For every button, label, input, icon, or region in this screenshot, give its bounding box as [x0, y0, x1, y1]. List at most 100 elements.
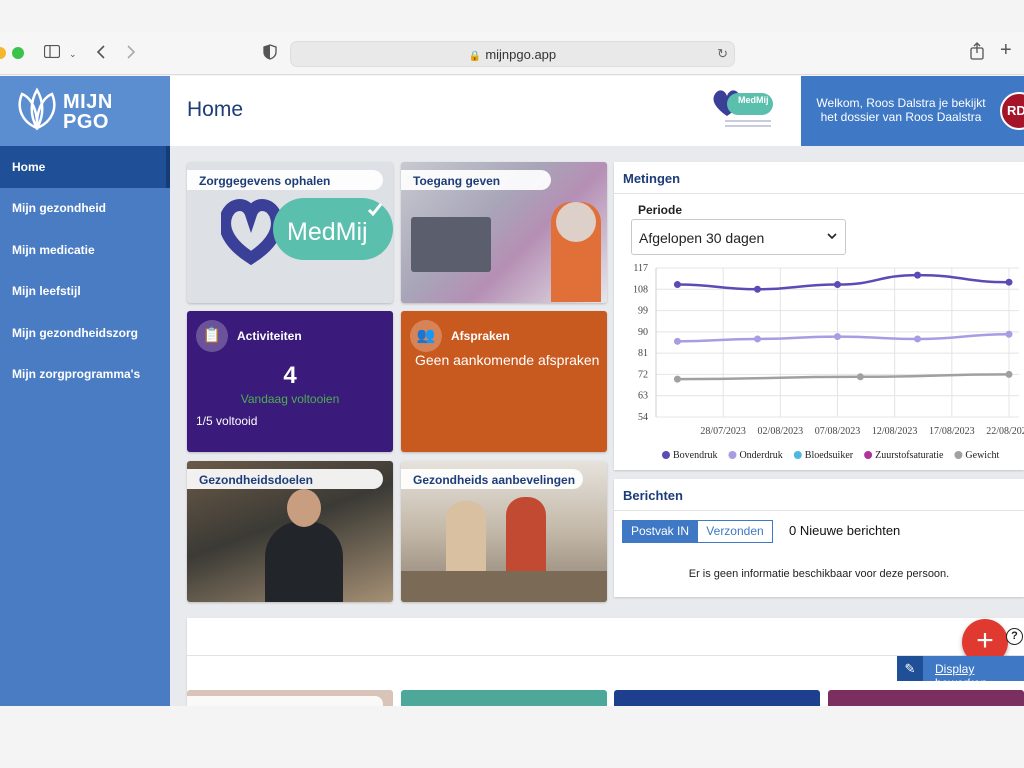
display-bewerken-button[interactable]: ✎ Display bewerken	[897, 656, 1024, 690]
share-icon[interactable]	[969, 42, 985, 60]
forward-icon[interactable]	[126, 45, 136, 59]
sidebar: MIJN PGO Home Mijn gezondheid Mijn medic…	[0, 76, 170, 706]
card-title: Metingen	[623, 171, 681, 186]
medmij-tagline-line	[725, 120, 771, 122]
legend-marker-bloedsuiker	[793, 451, 802, 459]
berichten-card: Berichten Postvak IN Verzonden 0 Nieuwe …	[614, 479, 1024, 597]
legend-label-zuurstofsaturatie: Zuurstofsaturatie	[875, 450, 944, 461]
card-title: Berichten	[623, 488, 683, 503]
browser-toolbar: ⌄ 🔒 mijnpgo.app ↻ +	[0, 32, 1024, 75]
new-tab-icon[interactable]: +	[1000, 40, 1012, 60]
y-tick-label: 72	[638, 369, 648, 380]
back-icon[interactable]	[96, 45, 106, 59]
divider	[614, 193, 1024, 194]
chevron-down-icon[interactable]: ⌄	[69, 46, 77, 62]
runner-head-image	[287, 489, 321, 527]
periode-select-value: Afgelopen 30 dagen	[639, 230, 765, 246]
sidebar-item-mijn-gezondheid[interactable]: Mijn gezondheid	[0, 188, 170, 230]
tab-postvak-in[interactable]: Postvak IN	[622, 520, 698, 543]
tile-activiteiten[interactable]: 📋 Activiteiten 4 Vandaag voltooien 1/5 v…	[187, 311, 393, 452]
tile-gezondheidsdoelen[interactable]: Gezondheidsdoelen	[187, 461, 393, 602]
page-header: Home MedMij Welkom, Roos Dalstra je beki…	[170, 76, 1024, 146]
y-tick-label: 108	[633, 284, 648, 295]
zoom-window-button[interactable]	[12, 47, 24, 59]
legend-label-gewicht: Gewicht	[965, 450, 999, 461]
person-head-image	[556, 202, 596, 242]
tile-gezondheids-aanbevelingen[interactable]: Gezondheids aanbevelingen	[401, 461, 607, 602]
page-title: Home	[187, 98, 244, 121]
sidebar-item-label: Mijn zorgprogramma's	[12, 367, 141, 382]
legend-label-onderdruk: Onderdruk	[739, 450, 782, 461]
data-point-gewicht	[1005, 370, 1013, 378]
x-tick-label: 07/08/2023	[815, 426, 861, 437]
metingen-chart: 54 63 72 81 90 99 108 117 28/07/2023 02/08/2023 07…	[633, 263, 1024, 461]
address-bar[interactable]: 🔒 mijnpgo.app ↻	[290, 41, 735, 67]
sidebar-item-label: Mijn gezondheidszorg	[12, 325, 138, 340]
series-line-bovendruk	[677, 273, 1010, 291]
sidebar-item-label: Mijn medicatie	[12, 242, 95, 257]
lock-icon: 🔒	[468, 51, 482, 62]
data-point-onderdruk	[1005, 330, 1013, 338]
data-point-onderdruk	[834, 333, 841, 341]
x-tick-label: 02/08/2023	[758, 426, 804, 437]
sidebar-item-mijn-medicatie[interactable]: Mijn medicatie	[0, 229, 170, 271]
medmij-logo: MedMij	[711, 88, 775, 134]
legend-marker-bovendruk	[662, 451, 670, 459]
sidebar-item-mijn-gezondheidszorg[interactable]: Mijn gezondheidszorg	[0, 312, 170, 354]
tile-partial-1[interactable]	[187, 690, 393, 706]
y-tick-label: 81	[638, 348, 648, 359]
tab-verzonden[interactable]: Verzonden	[697, 520, 773, 543]
data-point-bovendruk	[834, 281, 841, 289]
legend-label-bovendruk: Bovendruk	[673, 450, 717, 461]
sidebar-item-mijn-leefstijl[interactable]: Mijn leefstijl	[0, 271, 170, 313]
pencil-icon: ✎	[897, 656, 923, 681]
y-tick-label: 63	[638, 391, 648, 402]
sidebar-item-label: Mijn gezondheid	[12, 201, 106, 216]
tile-title: Afspraken	[451, 329, 510, 343]
sidebar-item-label: Mijn leefstijl	[12, 284, 81, 299]
periode-label: Periode	[638, 203, 683, 217]
tile-title: Activiteiten	[237, 329, 302, 343]
sidebar-item-mijn-zorgprogrammas[interactable]: Mijn zorgprogramma's	[0, 354, 170, 396]
chevron-down-icon	[827, 233, 837, 240]
sidebar-item-home[interactable]: Home	[0, 146, 170, 188]
tile-partial-4[interactable]	[828, 690, 1024, 706]
tile-label: Toegang geven	[401, 170, 551, 190]
privacy-shield-icon[interactable]	[263, 44, 277, 60]
sidebar-item-label: Home	[12, 159, 46, 174]
tile-partial-2[interactable]	[401, 690, 607, 706]
activity-status: Vandaag voltooien	[240, 392, 340, 406]
y-tick-label: 90	[638, 327, 648, 338]
berichten-tabs: Postvak IN Verzonden 0 Nieuwe berichten	[622, 511, 1022, 551]
display-bewerken-label: Display bewerken	[935, 662, 988, 690]
sidebar-toggle-icon[interactable]	[44, 45, 60, 58]
welcome-text: Welkom, Roos Dalstra je bekijkt het doss…	[816, 96, 986, 124]
kitchen-counter-image	[401, 571, 607, 602]
data-point-onderdruk	[914, 335, 922, 343]
app-window: MIJN PGO Home Mijn gezondheid Mijn medic…	[0, 76, 1024, 706]
logo-line-2: PGO	[63, 111, 109, 133]
reload-icon[interactable]: ↻	[717, 46, 728, 62]
minimize-window-button[interactable]	[0, 47, 6, 59]
data-point-onderdruk	[753, 335, 761, 343]
y-tick-label: 54	[638, 412, 648, 423]
tile-partial-3[interactable]	[614, 690, 820, 706]
tile-zorggegevens-ophalen[interactable]: MedMij Zorggegevens ophalen	[187, 162, 393, 303]
url-value: mijnpgo.app	[485, 47, 557, 62]
url-text: 🔒 mijnpgo.app	[291, 47, 734, 62]
activity-progress: 1/5 voltooid	[196, 414, 258, 428]
logo-text: MIJN PGO	[63, 92, 113, 132]
data-point-gewicht	[856, 373, 864, 381]
avatar[interactable]: RD	[1000, 92, 1024, 130]
tile-toegang-geven[interactable]: Toegang geven	[401, 162, 607, 303]
y-tick-label: 117	[633, 263, 648, 274]
empty-messages-text: Er is geen informatie beschikbaar voor d…	[688, 568, 950, 580]
x-tick-label: 17/08/2023	[929, 426, 975, 437]
leaf-logo-icon	[18, 87, 56, 131]
logo[interactable]: MIJN PGO	[0, 76, 170, 146]
tile-afspraken[interactable]: 👥 Afspraken Geen aankomende afspraken	[401, 311, 607, 452]
x-tick-label: 12/08/2023	[872, 426, 918, 437]
help-icon[interactable]: ?	[1006, 628, 1023, 645]
periode-select[interactable]: Afgelopen 30 dagen	[631, 219, 846, 255]
y-tick-label: 99	[638, 306, 648, 317]
